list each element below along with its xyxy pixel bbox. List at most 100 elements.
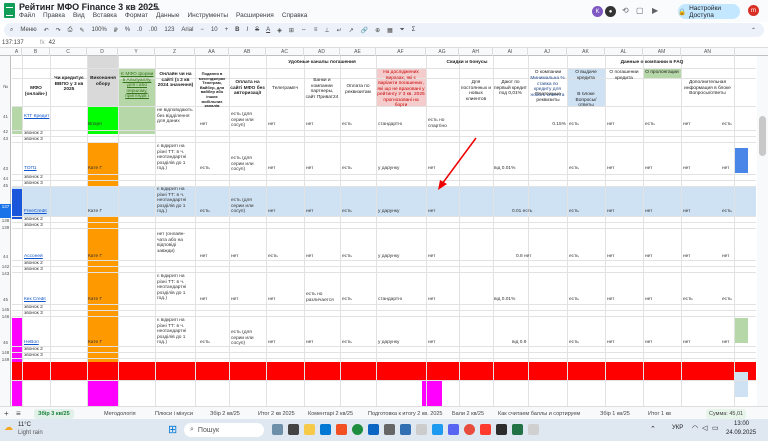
app-icon[interactable] [416,424,427,435]
tab-sheet[interactable]: Подготовка к итогу 2 кв. 2025 [368,409,443,419]
header-online[interactable]: Онлайн чи на сайті (з 2 кв 2024 значення… [157,72,194,89]
font-size-input[interactable]: 10 [211,27,218,33]
row-number[interactable]: 43 [0,166,11,171]
column-header-cell[interactable]: AL [605,48,643,56]
menu-insert[interactable]: Вставка [93,12,117,19]
mfo-link[interactable]: ТОП1 [24,166,50,172]
pay-cell[interactable]: есть (для серии или сосуп) [231,112,265,129]
row-number[interactable]: 46 [0,340,11,345]
bank-cell[interactable]: нет [306,340,338,346]
faq-cell[interactable]: есть [722,122,734,128]
print-icon[interactable]: ⎙ [68,27,73,34]
rate-cell[interactable]: 0.15% [530,122,566,128]
rate-cell[interactable]: від 0.01% [494,166,526,172]
bank-cell[interactable]: есть но различается [306,292,338,303]
row-number[interactable]: 148 [0,350,11,355]
faq-cell[interactable]: есть [645,122,679,128]
call-cell[interactable]: звонок 3 [24,137,50,143]
clock-date[interactable]: 24.09.2025 [726,430,756,436]
rate-cell[interactable]: від 0.01% [494,297,526,303]
cloud-icon[interactable]: ☁ [152,3,160,12]
strikethrough-icon[interactable]: S [255,27,259,33]
header-pay[interactable]: Оплата на сайті МФО без авторизації [230,80,265,97]
format-select[interactable]: 123 [164,27,174,33]
column-header-cell[interactable]: AM [643,48,681,56]
sheets-logo-icon[interactable] [4,3,15,18]
undo-icon[interactable]: ↶ [44,27,49,34]
menu-file[interactable]: Файл [19,12,35,19]
rate-cell[interactable]: 0.8 нет [516,254,564,260]
faq-cell[interactable]: нет [607,122,641,128]
bank-cell[interactable]: нет [306,209,338,215]
weather-icon[interactable]: ☁ [4,422,13,433]
chrome-icon[interactable] [464,424,475,435]
text-color-icon[interactable]: A [266,27,270,33]
meet-icon[interactable]: ▶ [652,6,658,15]
column-header-cell[interactable]: Z [155,48,195,56]
ruling-cell[interactable]: у дарунку [378,340,424,346]
tg-cell[interactable]: нет [268,166,302,172]
faq-cell[interactable]: есть [569,297,603,303]
tab-sheet[interactable]: Итог 2 кв 2025 [258,409,295,419]
taskbar-search[interactable]: ⌕ Пошук [184,423,264,437]
rate-cell[interactable]: від 0.9 [512,340,562,346]
row-number[interactable]: 44 [0,254,11,259]
comment-icon[interactable]: ▢ [636,6,644,15]
header-forms[interactable]: Є МФО форми в Альпуаллу, для і або першо… [119,72,155,100]
faq-cell[interactable]: нет [607,297,641,303]
ruling-cell[interactable]: у дарунку [378,254,424,260]
valign-icon[interactable]: ⊥ [324,27,329,34]
weather-desc[interactable]: Light rain [18,430,43,436]
call-cell[interactable]: звонок 2 [24,175,50,181]
reg-cell[interactable]: нет [428,254,458,260]
header-reg[interactable]: Для постоянных и новых клиентов [460,80,492,102]
history-icon[interactable]: ⟲ [622,6,629,15]
online-cell[interactable]: є відкриті на різні ТТ: в ч. неотандартн… [157,274,194,302]
status-cell[interactable]: Кате Г [88,209,118,215]
status-cell[interactable]: Впоря [88,122,118,128]
menu-edit[interactable]: Правка [43,12,65,19]
faq-cell[interactable]: нет [607,166,641,172]
call-cell[interactable]: звонок 2 [24,305,50,311]
call-cell[interactable]: звонок 2 [24,261,50,267]
pay-cell[interactable]: нет [231,297,265,303]
reg-cell[interactable]: нет [428,297,458,303]
tg-cell[interactable]: нет [268,297,302,303]
column-header-cell[interactable]: D [87,48,118,56]
header-ruling[interactable]: На досліджених виразах, які є варіанти п… [377,70,425,109]
opera-icon[interactable] [480,424,491,435]
reg-cell[interactable]: нет [428,340,458,346]
reg-cell[interactable]: есть но спартіно [428,118,458,129]
faq-cell[interactable]: нет [645,254,679,260]
zoom-select[interactable]: 100% [92,27,107,33]
filter-icon[interactable]: ⏷ [400,27,405,34]
row-number[interactable]: 139 [0,225,11,230]
online-cell[interactable]: є відкриті на різні ТТ: в ч. неотандартн… [157,187,194,215]
tg-cell[interactable]: нет [268,340,302,346]
chart-icon[interactable]: ▦ [387,27,393,34]
task-view-icon[interactable] [288,424,299,435]
call-cell[interactable]: звонок 3 [24,353,50,359]
mfo-link[interactable]: FreeCredit [24,209,50,215]
call-cell[interactable]: звонок 2 [24,217,50,223]
borders-icon[interactable]: ⊞ [289,27,294,34]
volume-icon[interactable]: ◁ [702,424,707,432]
tab-sheet[interactable]: Бали 2 кв/25 [452,409,484,419]
header-channels[interactable]: Удобные каналы погашения [272,60,372,66]
row-number[interactable]: 142 [0,264,11,269]
faq-cell[interactable]: нет [722,340,734,346]
search-icon[interactable]: ⌕ [10,27,13,34]
taskbar-app-icon[interactable] [272,424,283,435]
column-header-cell[interactable]: AJ [528,48,567,56]
header-status[interactable]: Виконання обору [88,76,118,87]
column-header-cell[interactable]: AB [229,48,266,56]
app-icon[interactable] [384,424,395,435]
req-cell[interactable]: есть [342,254,374,260]
row-number[interactable]: № [0,84,11,89]
row-number[interactable]: 45 [0,297,11,302]
app-icon[interactable] [352,424,363,435]
font-size-plus[interactable]: + [225,27,229,33]
pay-cell[interactable]: нет [231,254,265,260]
submit-cell[interactable]: есть [200,166,228,172]
online-cell[interactable]: нет (онлайн-чата або на відповіді завжди… [157,232,194,254]
